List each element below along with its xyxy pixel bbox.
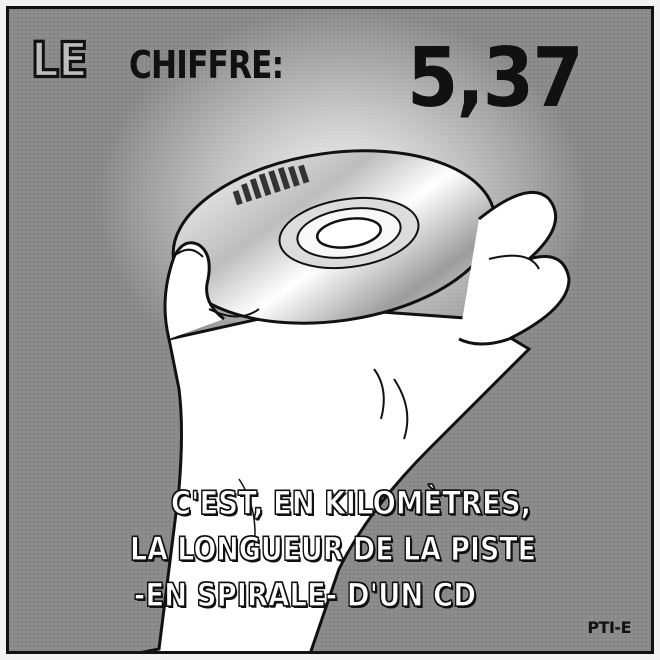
header-number: 5,37 bbox=[407, 31, 584, 126]
caption-line-1: C'EST, EN KILOMÈTRES, bbox=[170, 484, 532, 522]
caption-line-2: LA LONGUEUR DE LA PISTE bbox=[129, 530, 537, 568]
header-prefix: LE bbox=[29, 31, 89, 90]
cartoon-panel: LE CHIFFRE: 5,37 C'EST, EN KILOMÈTRES, L… bbox=[6, 6, 654, 654]
header-label: CHIFFRE: bbox=[129, 43, 284, 87]
credit-signature: PTI-E bbox=[587, 618, 631, 637]
caption-line-3: -EN SPIRALE- D'UN CD bbox=[133, 576, 477, 614]
